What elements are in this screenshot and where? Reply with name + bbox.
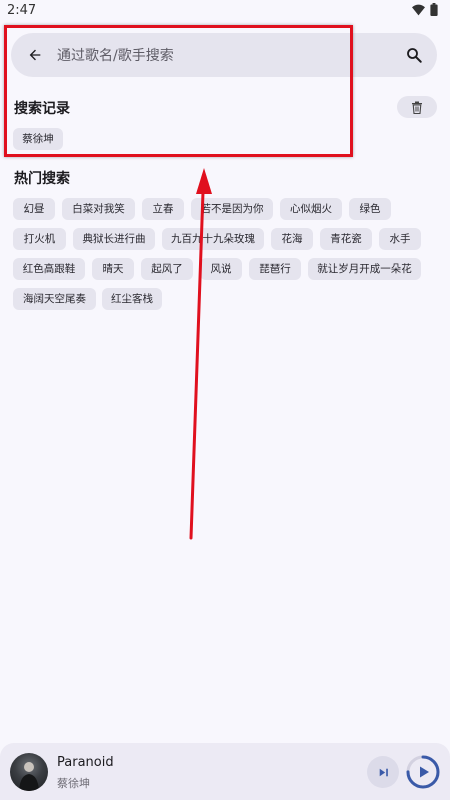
hot-chip[interactable]: 就让岁月开成一朵花: [308, 258, 421, 280]
hot-title: 热门搜索: [14, 171, 70, 187]
hot-chip[interactable]: 起风了: [141, 258, 193, 280]
back-arrow-icon: [29, 49, 41, 61]
album-art-figure: [19, 762, 39, 791]
battery-icon: [430, 3, 438, 16]
hot-chip[interactable]: 九百九十九朵玫瑰: [162, 228, 264, 250]
hot-chip[interactable]: 打火机: [13, 228, 66, 250]
annotation-arrow: [189, 168, 212, 540]
status-time: 2:47: [7, 3, 37, 18]
hot-chip[interactable]: 晴天: [92, 258, 134, 280]
search-icon: [407, 48, 422, 63]
play-button[interactable]: [405, 754, 441, 790]
history-chip[interactable]: 蔡徐坤: [13, 128, 63, 150]
hot-chip[interactable]: 花海: [271, 228, 313, 250]
search-input[interactable]: [55, 41, 379, 71]
hot-chip[interactable]: 青花瓷: [320, 228, 372, 250]
hot-chip[interactable]: 若不是因为你: [191, 198, 273, 220]
hot-chip[interactable]: 幻昼: [13, 198, 55, 220]
play-icon: [420, 766, 429, 778]
mini-player[interactable]: Paranoid 蔡徐坤: [0, 743, 450, 800]
skip-next-icon: [379, 768, 388, 776]
song-artist: 蔡徐坤: [57, 777, 90, 790]
back-button[interactable]: [25, 45, 45, 65]
hot-chip[interactable]: 风说: [200, 258, 242, 280]
hot-chip[interactable]: 红尘客栈: [102, 288, 162, 310]
album-art[interactable]: [10, 753, 48, 791]
skip-next-button[interactable]: [367, 756, 399, 788]
song-title: Paranoid: [57, 755, 114, 770]
status-bar: 2:47: [0, 0, 450, 22]
hot-chip[interactable]: 立春: [142, 198, 184, 220]
hot-chip[interactable]: 琵琶行: [249, 258, 301, 280]
hot-chip[interactable]: 绿色: [349, 198, 391, 220]
hot-chip[interactable]: 海阔天空尾奏: [13, 288, 96, 310]
search-bar: [11, 33, 437, 77]
clear-history-button[interactable]: [397, 96, 437, 118]
hot-chip[interactable]: 典狱长进行曲: [73, 228, 155, 250]
trash-icon: [412, 101, 422, 114]
wifi-icon: [412, 4, 425, 15]
hot-chip[interactable]: 白菜对我笑: [62, 198, 135, 220]
status-icons: [412, 3, 438, 16]
hot-chip[interactable]: 水手: [379, 228, 421, 250]
hot-chip[interactable]: 心似烟火: [280, 198, 342, 220]
history-title: 搜索记录: [14, 101, 70, 117]
hot-chip[interactable]: 红色高跟鞋: [13, 258, 85, 280]
search-button[interactable]: [403, 44, 425, 66]
